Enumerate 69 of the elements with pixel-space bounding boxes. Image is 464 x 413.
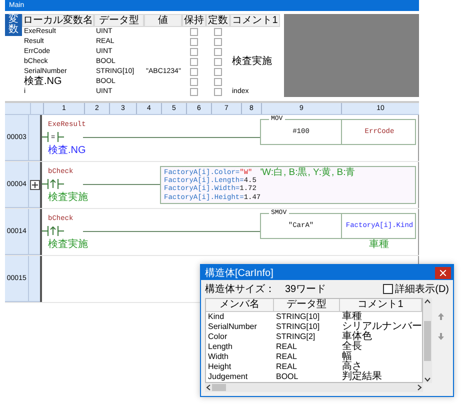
table-cell-text: 高さ	[341, 362, 362, 372]
device-comment: 検査実施	[47, 192, 89, 204]
scrollbar-thumb[interactable]	[212, 384, 226, 391]
checkbox[interactable]	[190, 88, 198, 96]
rising-edge-contact-icon[interactable]	[42, 177, 64, 191]
checkbox[interactable]	[190, 38, 198, 46]
table-cell-text: 判定結果	[341, 372, 383, 382]
table-cell-text: 全長	[341, 342, 363, 352]
checkbox[interactable]	[190, 58, 198, 66]
table-cell-text: STRING[2]	[275, 332, 316, 342]
table-cell-text: STRING[10]	[275, 312, 321, 322]
checkbox[interactable]	[214, 78, 222, 86]
column-header: 値	[144, 14, 182, 27]
table-cell-text: Color	[207, 332, 228, 342]
table-cell-text: Kind	[207, 312, 226, 322]
code-comment: 'W:白, B:黒, Y:黄, B:青	[260, 166, 356, 179]
variables-tab[interactable]: 変数	[5, 14, 22, 36]
table-cell-text: シリアルナンバー	[341, 322, 422, 332]
scrollbar-thumb[interactable]	[424, 320, 431, 360]
expand-icon[interactable]	[30, 180, 40, 190]
size-label: 構造体サイズ：	[205, 282, 275, 296]
vertical-scrollbar[interactable]	[423, 298, 432, 383]
table-cell-text: 幅	[341, 352, 353, 362]
move-down-button[interactable]	[435, 330, 447, 342]
checkbox[interactable]	[214, 88, 222, 96]
checkbox[interactable]	[214, 68, 222, 76]
device-comment: 検査実施	[47, 239, 89, 251]
scroll-right-icon[interactable]	[416, 384, 423, 391]
table-cell-text: 車体色	[341, 332, 373, 342]
table-cell-text: REAL	[275, 352, 298, 362]
checkbox[interactable]	[190, 48, 198, 56]
checkbox[interactable]	[214, 58, 222, 66]
column-header: コメント1	[230, 14, 280, 27]
table-cell-text: 検査実施	[231, 57, 273, 67]
scroll-left-icon[interactable]	[205, 384, 212, 391]
table-cell-text: REAL	[275, 342, 298, 352]
table-cell-text: REAL	[275, 362, 298, 372]
table-cell-text: Length	[207, 342, 234, 352]
table-cell-text: 車種	[341, 312, 363, 322]
checkbox[interactable]	[190, 78, 198, 86]
table-cell-text: STRING[10]	[275, 322, 321, 332]
close-button[interactable]	[435, 266, 451, 278]
close-icon	[440, 270, 446, 276]
column-header: コメント1	[340, 299, 422, 312]
table-cell-text: 検査.NG	[23, 77, 63, 87]
checkbox[interactable]	[214, 38, 222, 46]
checkbox[interactable]	[190, 28, 198, 36]
contact-icon[interactable]	[42, 130, 64, 144]
column-header: データ型	[274, 299, 340, 312]
size-value: 39ワード	[285, 283, 326, 296]
device-comment: 検査.NG	[47, 145, 87, 157]
scroll-down-icon[interactable]	[424, 376, 431, 383]
horizontal-scrollbar[interactable]	[205, 383, 423, 392]
detail-checkbox[interactable]: 詳細表示(D)	[383, 282, 449, 296]
checkbox[interactable]	[214, 48, 222, 56]
table-cell-text: SerialNumber	[207, 322, 258, 332]
dialog-title: 構造体[CarInfo]	[205, 266, 274, 280]
column-header: メンバ名	[206, 299, 274, 312]
checkbox[interactable]	[214, 28, 222, 36]
checkbox[interactable]	[190, 68, 198, 76]
table-cell-text: BOOL	[275, 372, 300, 382]
scroll-up-icon[interactable]	[424, 298, 431, 305]
table-cell-text: Width	[207, 352, 230, 362]
rising-edge-contact-icon[interactable]	[42, 224, 64, 238]
table-cell-text: Height	[207, 362, 232, 372]
operand-comment: 車種	[368, 239, 390, 251]
column-header: 保持	[182, 14, 206, 27]
table-cell-text: Judgement	[207, 372, 249, 382]
column-header: データ型	[94, 14, 144, 27]
